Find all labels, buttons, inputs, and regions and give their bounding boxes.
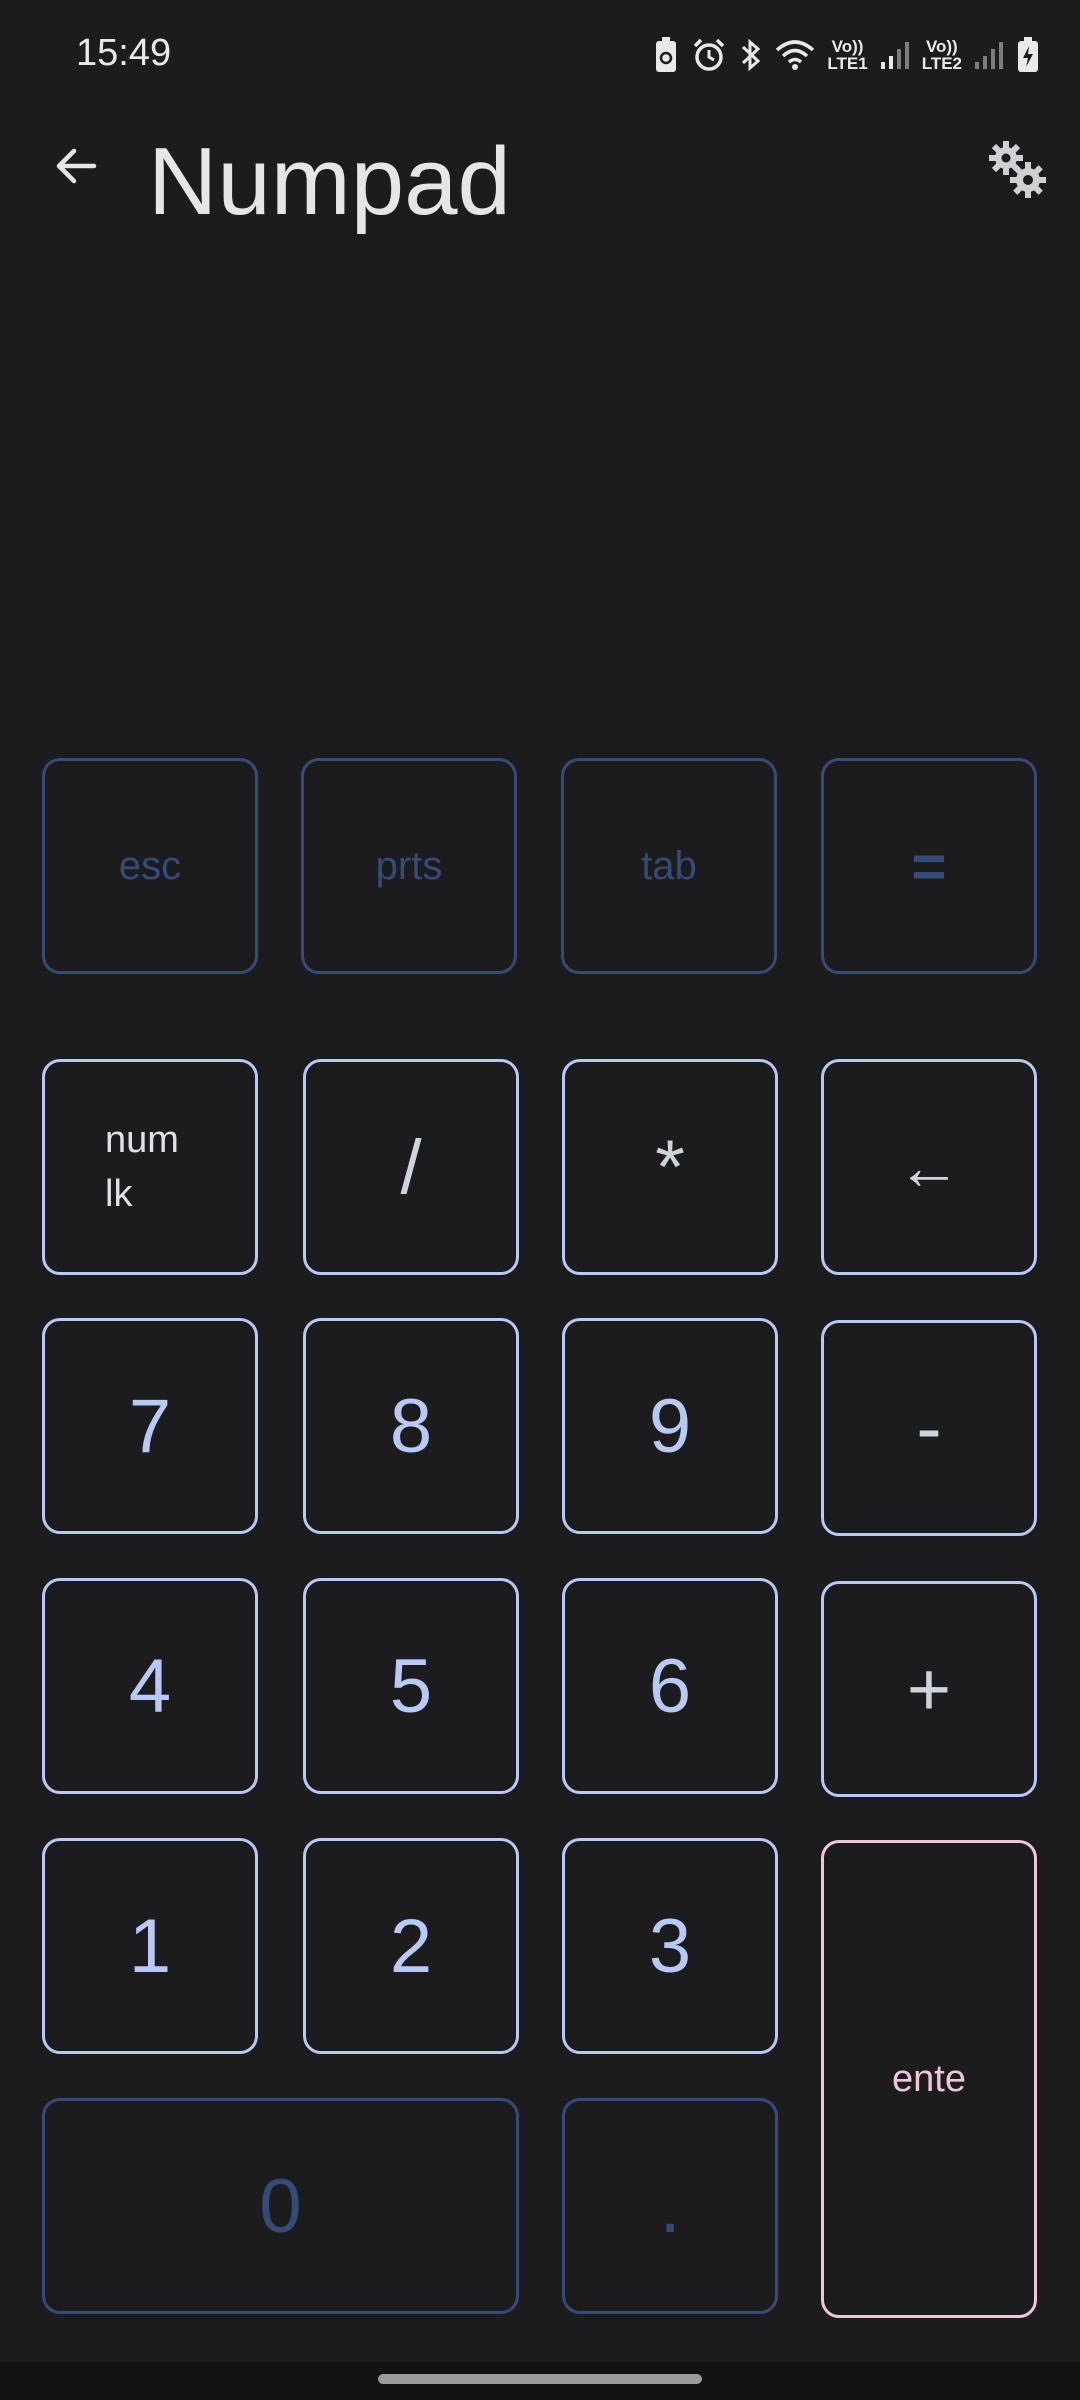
status-bar: 15:49 Vo)) LTE1 Vo)) LTE2: [0, 0, 1080, 116]
status-time: 15:49: [76, 32, 172, 74]
back-button[interactable]: [44, 136, 108, 200]
key-7[interactable]: 7: [42, 1318, 258, 1534]
bluetooth-icon: [739, 37, 763, 73]
volte-lte1-icon: Vo)) LTE1: [827, 37, 868, 73]
status-icons: Vo)) LTE1 Vo)) LTE2: [653, 36, 1040, 74]
backspace-key[interactable]: ←: [821, 1059, 1037, 1275]
volte-lte2-icon: Vo)) LTE2: [921, 37, 962, 73]
signal-strength-sim1-icon: [880, 40, 910, 70]
key-4[interactable]: 4: [42, 1578, 258, 1794]
app-bar: Numpad: [0, 116, 1080, 235]
gears-icon: [986, 138, 1048, 205]
signal-strength-sim2-icon: [974, 40, 1004, 70]
numlock-key[interactable]: num lk: [42, 1059, 258, 1275]
divide-key[interactable]: /: [303, 1059, 519, 1275]
key-0[interactable]: 0: [42, 2098, 519, 2314]
enter-key[interactable]: ente: [821, 1840, 1037, 2318]
wifi-icon: [775, 38, 815, 72]
page-title: Numpad: [148, 128, 511, 235]
key-5[interactable]: 5: [303, 1578, 519, 1794]
plus-key[interactable]: +: [821, 1581, 1037, 1797]
arrow-left-icon: [52, 142, 100, 195]
key-6[interactable]: 6: [562, 1578, 778, 1794]
minus-key[interactable]: -: [821, 1320, 1037, 1536]
key-3[interactable]: 3: [562, 1838, 778, 2054]
battery-saver-icon: [653, 36, 679, 74]
numlock-label-line1: num: [105, 1119, 179, 1161]
navigation-bar: [0, 2362, 1080, 2400]
key-9[interactable]: 9: [562, 1318, 778, 1534]
settings-button[interactable]: [980, 134, 1054, 208]
prtscr-key[interactable]: prts: [301, 758, 517, 974]
key-1[interactable]: 1: [42, 1838, 258, 2054]
esc-key[interactable]: esc: [42, 758, 258, 974]
equals-key[interactable]: =: [821, 758, 1037, 974]
battery-charging-icon: [1016, 36, 1040, 74]
multiply-key[interactable]: *: [562, 1059, 778, 1275]
gesture-handle[interactable]: [378, 2374, 702, 2384]
key-8[interactable]: 8: [303, 1318, 519, 1534]
decimal-key[interactable]: .: [562, 2098, 778, 2314]
key-2[interactable]: 2: [303, 1838, 519, 2054]
numlock-label-line2: lk: [105, 1173, 133, 1215]
alarm-icon: [691, 37, 727, 73]
tab-key[interactable]: tab: [561, 758, 777, 974]
